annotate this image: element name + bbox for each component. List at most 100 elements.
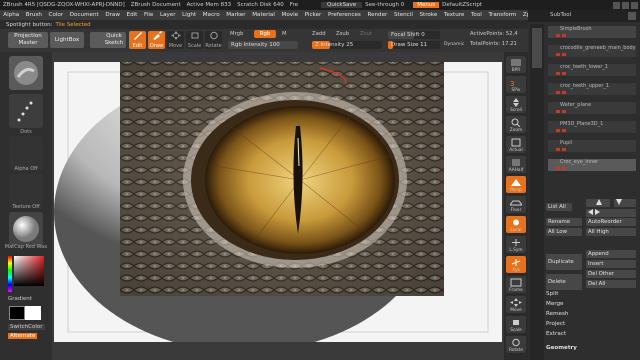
- minimize-icon[interactable]: [613, 1, 620, 9]
- eye-icon[interactable]: [556, 167, 560, 170]
- quick-sketch-button[interactable]: Quick Sketch: [90, 32, 126, 48]
- bpr-button[interactable]: BPR: [506, 56, 526, 73]
- focal-shift-slider[interactable]: Focal Shift 0: [388, 31, 440, 39]
- panel-scrollbar[interactable]: [530, 24, 544, 360]
- menu-edit[interactable]: Edit: [123, 12, 140, 18]
- extract-section[interactable]: Extract: [546, 331, 566, 337]
- scale-button[interactable]: Scale: [506, 316, 526, 333]
- m-button[interactable]: M: [282, 31, 287, 37]
- menu-texture[interactable]: Texture: [441, 12, 468, 18]
- xyz-button[interactable]: Xyz: [506, 256, 526, 273]
- default-zscript-button[interactable]: DefaultZScript: [439, 2, 485, 8]
- subtool-item[interactable]: Water_plane: [548, 102, 636, 114]
- auto-reorder-button[interactable]: AutoReorder: [586, 218, 636, 226]
- menu-material[interactable]: Material: [249, 12, 278, 18]
- draw-size-slider[interactable]: Draw Size 11: [388, 41, 440, 49]
- local-button[interactable]: Local: [506, 216, 526, 233]
- subtool-item[interactable]: PM3D_Plane3D_1: [548, 121, 636, 133]
- menu-brush[interactable]: Brush: [23, 12, 46, 18]
- menus-button[interactable]: Menus: [413, 2, 440, 8]
- canvas-area[interactable]: [52, 52, 504, 360]
- eye-icon[interactable]: [556, 91, 560, 94]
- duplicate-button[interactable]: Duplicate: [546, 254, 582, 270]
- brush-toggle-icon[interactable]: [562, 72, 566, 75]
- subtool-item[interactable]: crocodile_greneeb_main_body: [548, 45, 636, 57]
- move-button[interactable]: Move: [506, 296, 526, 313]
- arrow-up-button[interactable]: [586, 199, 610, 207]
- close-icon[interactable]: [631, 1, 638, 9]
- edit-button[interactable]: Edit: [129, 31, 146, 49]
- actual-button[interactable]: Actual: [506, 136, 526, 153]
- eye-icon[interactable]: [556, 72, 560, 75]
- subtool-visibility-icons[interactable]: [556, 148, 566, 151]
- frame-button[interactable]: Frame: [506, 276, 526, 293]
- brush-toggle-icon[interactable]: [562, 148, 566, 151]
- subtool-item[interactable]: croc_teeth_lower_1: [548, 64, 636, 76]
- alpha-thumbnail[interactable]: [9, 136, 43, 170]
- eye-icon[interactable]: [556, 129, 560, 132]
- zoom-button[interactable]: Zoom: [506, 116, 526, 133]
- brush-thumbnail[interactable]: [9, 56, 43, 90]
- subtool-visibility-icons[interactable]: [556, 72, 566, 75]
- zadd-button[interactable]: Zadd: [312, 31, 326, 37]
- alternate-button[interactable]: Alternate: [8, 333, 38, 339]
- del-all-button[interactable]: Del All: [586, 280, 636, 288]
- color-picker[interactable]: [8, 256, 44, 292]
- rotate-button[interactable]: Rotate: [205, 31, 222, 49]
- see-through-slider[interactable]: See-through 0: [362, 2, 407, 8]
- brush-toggle-icon[interactable]: [562, 129, 566, 132]
- maximize-icon[interactable]: [622, 1, 629, 9]
- menu-file[interactable]: File: [141, 12, 157, 18]
- menu-render[interactable]: Render: [364, 12, 391, 18]
- zsub-button[interactable]: Zsub: [336, 31, 349, 37]
- subtool-item[interactable]: Pupil: [548, 140, 636, 152]
- subtool-item[interactable]: SimpleBrush: [548, 26, 636, 38]
- subtool-visibility-icons[interactable]: [556, 110, 566, 113]
- append-button[interactable]: Append: [586, 250, 636, 258]
- project-section[interactable]: Project: [546, 321, 565, 327]
- projection-master-button[interactable]: Projection Master: [8, 32, 48, 48]
- brush-toggle-icon[interactable]: [562, 91, 566, 94]
- menu-alpha[interactable]: Alpha: [0, 12, 23, 18]
- subtool-visibility-icons[interactable]: [556, 129, 566, 132]
- arrow-more-button[interactable]: [586, 209, 636, 217]
- menu-stroke[interactable]: Stroke: [416, 12, 440, 18]
- panel-close-icon[interactable]: [628, 12, 636, 20]
- menu-color[interactable]: Color: [45, 12, 66, 18]
- zcut-button[interactable]: Zcut: [360, 31, 372, 37]
- gradient-label[interactable]: Gradient: [8, 296, 32, 302]
- dynamic-toggle[interactable]: Dynamic: [444, 42, 464, 47]
- list-all-button[interactable]: List All: [546, 203, 572, 211]
- all-low-button[interactable]: All Low: [546, 228, 582, 236]
- arrow-down-button[interactable]: [614, 199, 636, 207]
- menu-marker[interactable]: Marker: [223, 12, 249, 18]
- l-sym-button[interactable]: L.Sym: [506, 236, 526, 253]
- material-thumbnail[interactable]: [9, 212, 43, 246]
- brush-toggle-icon[interactable]: [562, 53, 566, 56]
- subtool-visibility-icons[interactable]: [556, 53, 566, 56]
- subtool-visibility-icons[interactable]: [556, 167, 566, 170]
- menu-picker[interactable]: Picker: [301, 12, 324, 18]
- subtool-item[interactable]: Croc_eye_inner: [548, 159, 636, 171]
- scale-button[interactable]: Scale: [186, 31, 203, 49]
- split-section[interactable]: Split: [546, 291, 558, 297]
- del-other-button[interactable]: Del Other: [586, 270, 636, 278]
- menu-macro[interactable]: Macro: [199, 12, 223, 18]
- rgb-button[interactable]: Rgb: [254, 30, 276, 38]
- menu-transform[interactable]: Transform: [485, 12, 519, 18]
- eye-icon[interactable]: [556, 148, 560, 151]
- subtool-item[interactable]: croc_teeth_upper_1: [548, 83, 636, 95]
- menu-light[interactable]: Light: [179, 12, 200, 18]
- delete-button[interactable]: Delete: [546, 274, 582, 290]
- rgb-intensity-slider[interactable]: Rgb Intensity 100: [228, 41, 298, 49]
- floor-button[interactable]: Floor: [506, 196, 526, 213]
- spix-button[interactable]: 3 SPix: [506, 76, 526, 93]
- eye-icon[interactable]: [556, 53, 560, 56]
- brush-toggle-icon[interactable]: [562, 110, 566, 113]
- stroke-thumbnail[interactable]: [9, 94, 43, 128]
- menu-draw[interactable]: Draw: [102, 12, 123, 18]
- geometry-section[interactable]: Geometry: [546, 345, 577, 351]
- draw-button[interactable]: Draw: [148, 31, 165, 49]
- rotate-button[interactable]: Rotate: [506, 336, 526, 353]
- persp-button[interactable]: Persp: [506, 176, 526, 193]
